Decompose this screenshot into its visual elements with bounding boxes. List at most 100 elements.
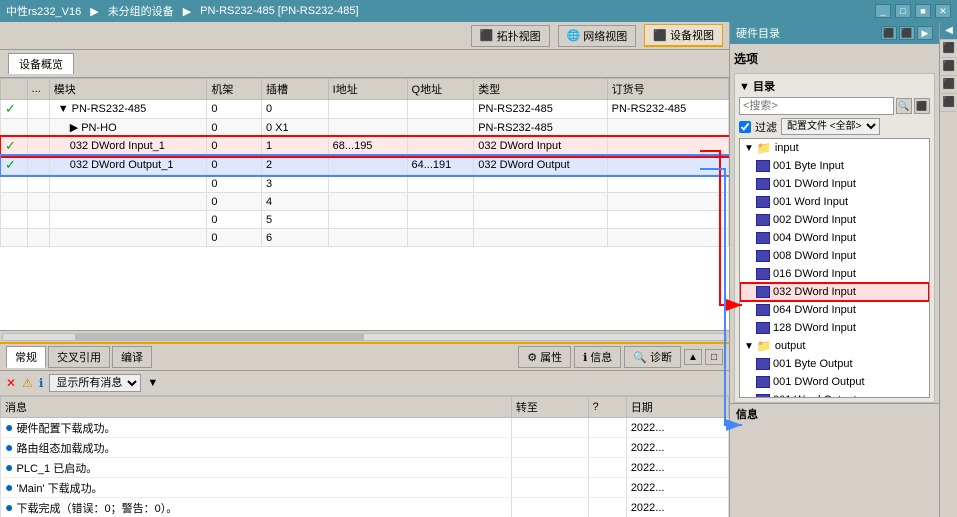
module-icon bbox=[756, 304, 770, 316]
msg-date: 2022... bbox=[626, 478, 728, 498]
row-expand bbox=[27, 119, 49, 137]
diagnostics-button[interactable]: 🔍 诊断 bbox=[624, 346, 681, 368]
table-row[interactable]: ▶ PN-HO 0 0 X1 PN-RS232-485 bbox=[1, 119, 729, 137]
tree-leaf-item[interactable]: 032 DWord Input bbox=[740, 283, 929, 301]
tab-compile[interactable]: 编译 bbox=[112, 346, 152, 368]
tree-leaf-item[interactable]: 001 Word Output bbox=[740, 391, 929, 398]
message-filter-select[interactable]: 显示所有消息 bbox=[49, 374, 141, 392]
table-row[interactable]: 0 3 bbox=[1, 175, 729, 193]
list-item[interactable]: ● 路由组态加载成功。 2022... bbox=[1, 438, 729, 458]
warning-filter-icon: ⚠ bbox=[22, 376, 33, 390]
row-slot: 4 bbox=[261, 193, 328, 211]
tree-leaf-item[interactable]: 004 DWord Input bbox=[740, 229, 929, 247]
table-row[interactable]: ✓ ▼ PN-RS232-485 0 0 PN-RS232-485 PN-RS2… bbox=[1, 100, 729, 119]
tree-leaf-item[interactable]: 001 Word Input bbox=[740, 193, 929, 211]
minimize-button[interactable]: _ bbox=[875, 4, 891, 18]
tree-leaf-item[interactable]: 128 DWord Input bbox=[740, 319, 929, 337]
info-button[interactable]: ℹ 信息 bbox=[574, 346, 621, 368]
row-type bbox=[474, 211, 607, 229]
msg-goto bbox=[511, 458, 588, 478]
table-row[interactable]: ✓ 032 DWord Output_1 0 2 64...191 032 DW… bbox=[1, 156, 729, 175]
messages-table: 消息 转至 ? 日期 ● 硬件配置下载成功。 2022... ● 路由组态加载成… bbox=[0, 396, 729, 517]
expand-button[interactable]: □ bbox=[705, 349, 723, 365]
right-panel-title: 硬件目录 ⬛ ⬛ ▶ bbox=[730, 22, 939, 44]
filter-checkbox[interactable] bbox=[739, 121, 751, 133]
collapse-button[interactable]: ▲ bbox=[684, 349, 702, 365]
module-icon bbox=[756, 214, 770, 226]
msg-icon: ● PLC_1 已启动。 bbox=[1, 458, 512, 478]
msg-icon: ● 'Main' 下载成功。 bbox=[1, 478, 512, 498]
row-qaddr bbox=[407, 211, 474, 229]
list-item[interactable]: ● 硬件配置下载成功。 2022... bbox=[1, 418, 729, 438]
tree-leaf-item[interactable]: 064 DWord Input bbox=[740, 301, 929, 319]
msg-col-message: 消息 bbox=[1, 397, 512, 418]
search-icon2[interactable]: ⬛ bbox=[914, 98, 930, 114]
tree-leaf-item[interactable]: 008 DWord Input bbox=[740, 247, 929, 265]
device-view-button[interactable]: ⬛ 设备视图 bbox=[644, 24, 723, 47]
tab-general[interactable]: 常规 bbox=[6, 346, 46, 368]
msg-q bbox=[588, 418, 626, 438]
row-module: ▶ PN-HO bbox=[49, 119, 207, 137]
tree-label: 001 Word Input bbox=[773, 196, 848, 208]
tree-leaf-item[interactable]: 001 DWord Output bbox=[740, 373, 929, 391]
tree-folder-item[interactable]: ▼ 📁 output bbox=[740, 337, 929, 355]
side-icon-5[interactable]: ⬛ bbox=[940, 94, 957, 112]
tree-leaf-item[interactable]: 016 DWord Input bbox=[740, 265, 929, 283]
tab-cross-reference[interactable]: 交叉引用 bbox=[48, 346, 110, 368]
tree-label: input bbox=[775, 142, 799, 154]
network-view-button[interactable]: 🌐 网络视图 bbox=[558, 25, 637, 47]
error-filter-icon: ✕ bbox=[6, 376, 16, 390]
close-button[interactable]: ✕ bbox=[935, 4, 951, 18]
row-module bbox=[49, 211, 207, 229]
row-slot: 0 X1 bbox=[261, 119, 328, 137]
table-row[interactable]: 0 4 bbox=[1, 193, 729, 211]
properties-button[interactable]: ⚙ 属性 bbox=[518, 346, 571, 368]
row-order bbox=[607, 175, 728, 193]
side-icon-3[interactable]: ⬛ bbox=[940, 58, 957, 76]
row-slot: 0 bbox=[261, 100, 328, 119]
msg-date: 2022... bbox=[626, 498, 728, 517]
col-rack: 机架 bbox=[207, 79, 262, 100]
row-qaddr bbox=[407, 137, 474, 156]
restore-button[interactable]: □ bbox=[895, 4, 911, 18]
row-slot: 5 bbox=[261, 211, 328, 229]
profile-select[interactable]: 配置文件 <全部> bbox=[781, 118, 880, 135]
right-panel-close[interactable]: ▶ bbox=[917, 26, 933, 40]
search-button[interactable]: 🔍 bbox=[896, 98, 912, 114]
topology-view-button[interactable]: ⬛ 拓扑视图 bbox=[471, 25, 550, 47]
folder-arrow-icon: ▼ bbox=[744, 341, 754, 352]
table-row[interactable]: ✓ 032 DWord Input_1 0 1 68...195 032 DWo… bbox=[1, 137, 729, 156]
side-icon-4[interactable]: ⬛ bbox=[940, 76, 957, 94]
list-item[interactable]: ● 下载完成（错误：0；警告：0）。 2022... bbox=[1, 498, 729, 517]
tree-label: 001 Byte Input bbox=[773, 160, 844, 172]
tree-leaf-item[interactable]: 001 Byte Output bbox=[740, 355, 929, 373]
right-panel-icon2[interactable]: ⬛ bbox=[899, 26, 915, 40]
section-header: 设备概览 bbox=[0, 50, 729, 78]
row-rack: 0 bbox=[207, 137, 262, 156]
row-module: 032 DWord Output_1 bbox=[49, 156, 207, 175]
maximize-button[interactable]: ■ bbox=[915, 4, 931, 18]
module-icon bbox=[756, 394, 770, 398]
row-expand bbox=[27, 137, 49, 156]
table-row[interactable]: 0 6 bbox=[1, 229, 729, 247]
list-item[interactable]: ● PLC_1 已启动。 2022... bbox=[1, 458, 729, 478]
tree-folder-item[interactable]: ▼ 📁 input bbox=[740, 139, 929, 157]
options-section: 选项 bbox=[730, 44, 939, 73]
horizontal-scrollbar[interactable] bbox=[0, 330, 729, 342]
tree-label: 128 DWord Input bbox=[773, 322, 856, 334]
row-module bbox=[49, 193, 207, 211]
row-module bbox=[49, 175, 207, 193]
right-panel-icon1[interactable]: ⬛ bbox=[881, 26, 897, 40]
search-input[interactable] bbox=[739, 97, 894, 115]
row-iaddr bbox=[328, 100, 407, 119]
side-icon-1[interactable]: ◀ bbox=[940, 22, 957, 40]
side-icon-2[interactable]: ⬛ bbox=[940, 40, 957, 58]
table-row[interactable]: 0 5 bbox=[1, 211, 729, 229]
device-overview-tab[interactable]: 设备概览 bbox=[8, 53, 74, 74]
tree-leaf-item[interactable]: 002 DWord Input bbox=[740, 211, 929, 229]
catalog-tree: ▼ 📁 input 001 Byte Input 001 DWord Input… bbox=[739, 138, 930, 398]
tree-leaf-item[interactable]: 001 DWord Input bbox=[740, 175, 929, 193]
msg-goto bbox=[511, 498, 588, 517]
list-item[interactable]: ● 'Main' 下载成功。 2022... bbox=[1, 478, 729, 498]
tree-leaf-item[interactable]: 001 Byte Input bbox=[740, 157, 929, 175]
